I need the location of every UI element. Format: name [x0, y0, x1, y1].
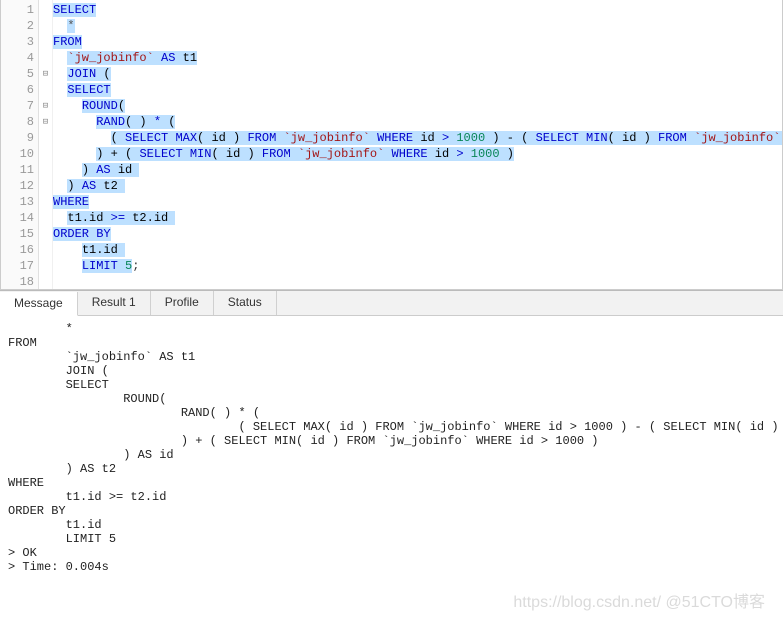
sql-editor[interactable]: 123456789101112131415161718 ⊟⊟⊟ SELECT *…: [0, 0, 783, 290]
tab-profile[interactable]: Profile: [151, 291, 214, 315]
line-number: 11: [1, 162, 38, 178]
code-line[interactable]: *: [53, 18, 782, 34]
fold-toggle[interactable]: ⊟: [39, 98, 52, 114]
fold-column: ⊟⊟⊟: [39, 0, 53, 289]
code-line[interactable]: [53, 274, 782, 289]
line-number: 5: [1, 66, 38, 82]
fold-toggle: [39, 258, 52, 274]
line-number: 4: [1, 50, 38, 66]
line-number: 8: [1, 114, 38, 130]
line-number-gutter: 123456789101112131415161718: [1, 0, 39, 289]
tab-status[interactable]: Status: [214, 291, 277, 315]
fold-toggle: [39, 50, 52, 66]
fold-toggle: [39, 18, 52, 34]
line-number: 6: [1, 82, 38, 98]
line-number: 12: [1, 178, 38, 194]
fold-toggle: [39, 194, 52, 210]
fold-toggle: [39, 34, 52, 50]
code-line[interactable]: ORDER BY: [53, 226, 782, 242]
code-line[interactable]: ) AS id: [53, 162, 782, 178]
code-line[interactable]: SELECT: [53, 82, 782, 98]
tab-message[interactable]: Message: [0, 292, 78, 316]
line-number: 2: [1, 18, 38, 34]
fold-toggle: [39, 146, 52, 162]
code-line[interactable]: JOIN (: [53, 66, 782, 82]
result-tabs: MessageResult 1ProfileStatus: [0, 290, 783, 316]
code-line[interactable]: SELECT: [53, 2, 782, 18]
fold-toggle[interactable]: ⊟: [39, 66, 52, 82]
code-line[interactable]: LIMIT 5;: [53, 258, 782, 274]
code-line[interactable]: t1.id >= t2.id: [53, 210, 782, 226]
fold-toggle: [39, 274, 52, 290]
message-output[interactable]: * FROM `jw_jobinfo` AS t1 JOIN ( SELECT …: [0, 316, 783, 606]
line-number: 13: [1, 194, 38, 210]
code-line[interactable]: ROUND(: [53, 98, 782, 114]
fold-toggle: [39, 162, 52, 178]
tab-result-1[interactable]: Result 1: [78, 291, 151, 315]
line-number: 14: [1, 210, 38, 226]
line-number: 15: [1, 226, 38, 242]
fold-toggle: [39, 210, 52, 226]
fold-toggle: [39, 242, 52, 258]
line-number: 7: [1, 98, 38, 114]
code-line[interactable]: ( SELECT MAX( id ) FROM `jw_jobinfo` WHE…: [53, 130, 782, 146]
fold-toggle[interactable]: ⊟: [39, 114, 52, 130]
code-line[interactable]: FROM: [53, 34, 782, 50]
line-number: 17: [1, 258, 38, 274]
line-number: 3: [1, 34, 38, 50]
code-content[interactable]: SELECT *FROM `jw_jobinfo` AS t1 JOIN ( S…: [53, 0, 782, 289]
line-number: 16: [1, 242, 38, 258]
line-number: 18: [1, 274, 38, 290]
code-line[interactable]: `jw_jobinfo` AS t1: [53, 50, 782, 66]
fold-toggle: [39, 226, 52, 242]
fold-toggle: [39, 130, 52, 146]
fold-toggle: [39, 2, 52, 18]
code-line[interactable]: t1.id: [53, 242, 782, 258]
code-line[interactable]: RAND( ) * (: [53, 114, 782, 130]
code-line[interactable]: ) + ( SELECT MIN( id ) FROM `jw_jobinfo`…: [53, 146, 782, 162]
fold-toggle: [39, 82, 52, 98]
fold-toggle: [39, 178, 52, 194]
line-number: 9: [1, 130, 38, 146]
line-number: 1: [1, 2, 38, 18]
code-line[interactable]: ) AS t2: [53, 178, 782, 194]
code-line[interactable]: WHERE: [53, 194, 782, 210]
line-number: 10: [1, 146, 38, 162]
